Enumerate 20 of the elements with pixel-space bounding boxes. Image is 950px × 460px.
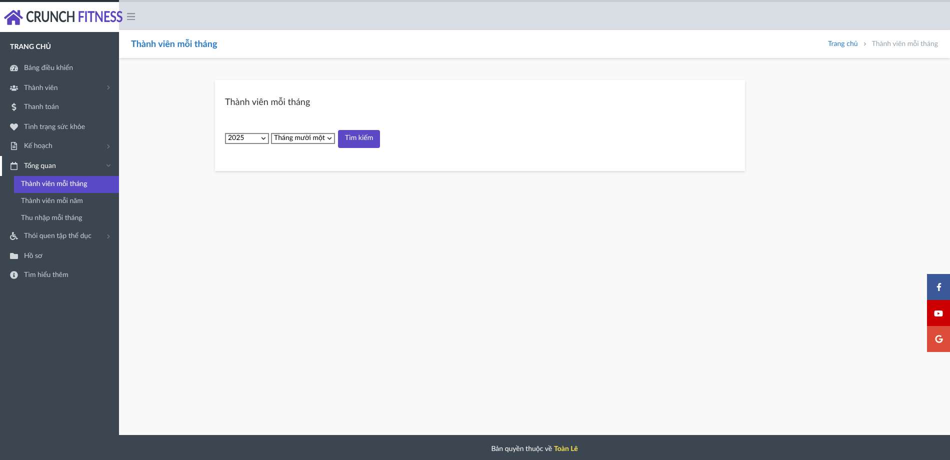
google-icon	[934, 335, 942, 343]
dashboard-icon	[10, 64, 18, 72]
house-icon	[4, 8, 23, 26]
google-button[interactable]	[927, 326, 950, 352]
chevron-down-icon	[261, 136, 266, 141]
folder-icon	[10, 252, 18, 260]
youtube-icon	[934, 308, 943, 318]
youtube-button[interactable]	[927, 300, 950, 326]
calendar-icon	[10, 162, 18, 170]
document-icon	[10, 142, 18, 150]
facebook-button[interactable]	[927, 274, 950, 300]
page-title: Thành viên mỗi tháng	[131, 37, 218, 51]
card-title: Thành viên mỗi tháng	[225, 95, 312, 108]
heart-icon	[10, 122, 18, 131]
wheelchair-icon	[10, 232, 18, 240]
chevron-down-icon	[326, 136, 332, 141]
info-icon	[10, 271, 18, 280]
users-icon	[10, 84, 18, 92]
dollar-icon	[10, 103, 18, 112]
facebook-icon	[934, 283, 942, 291]
